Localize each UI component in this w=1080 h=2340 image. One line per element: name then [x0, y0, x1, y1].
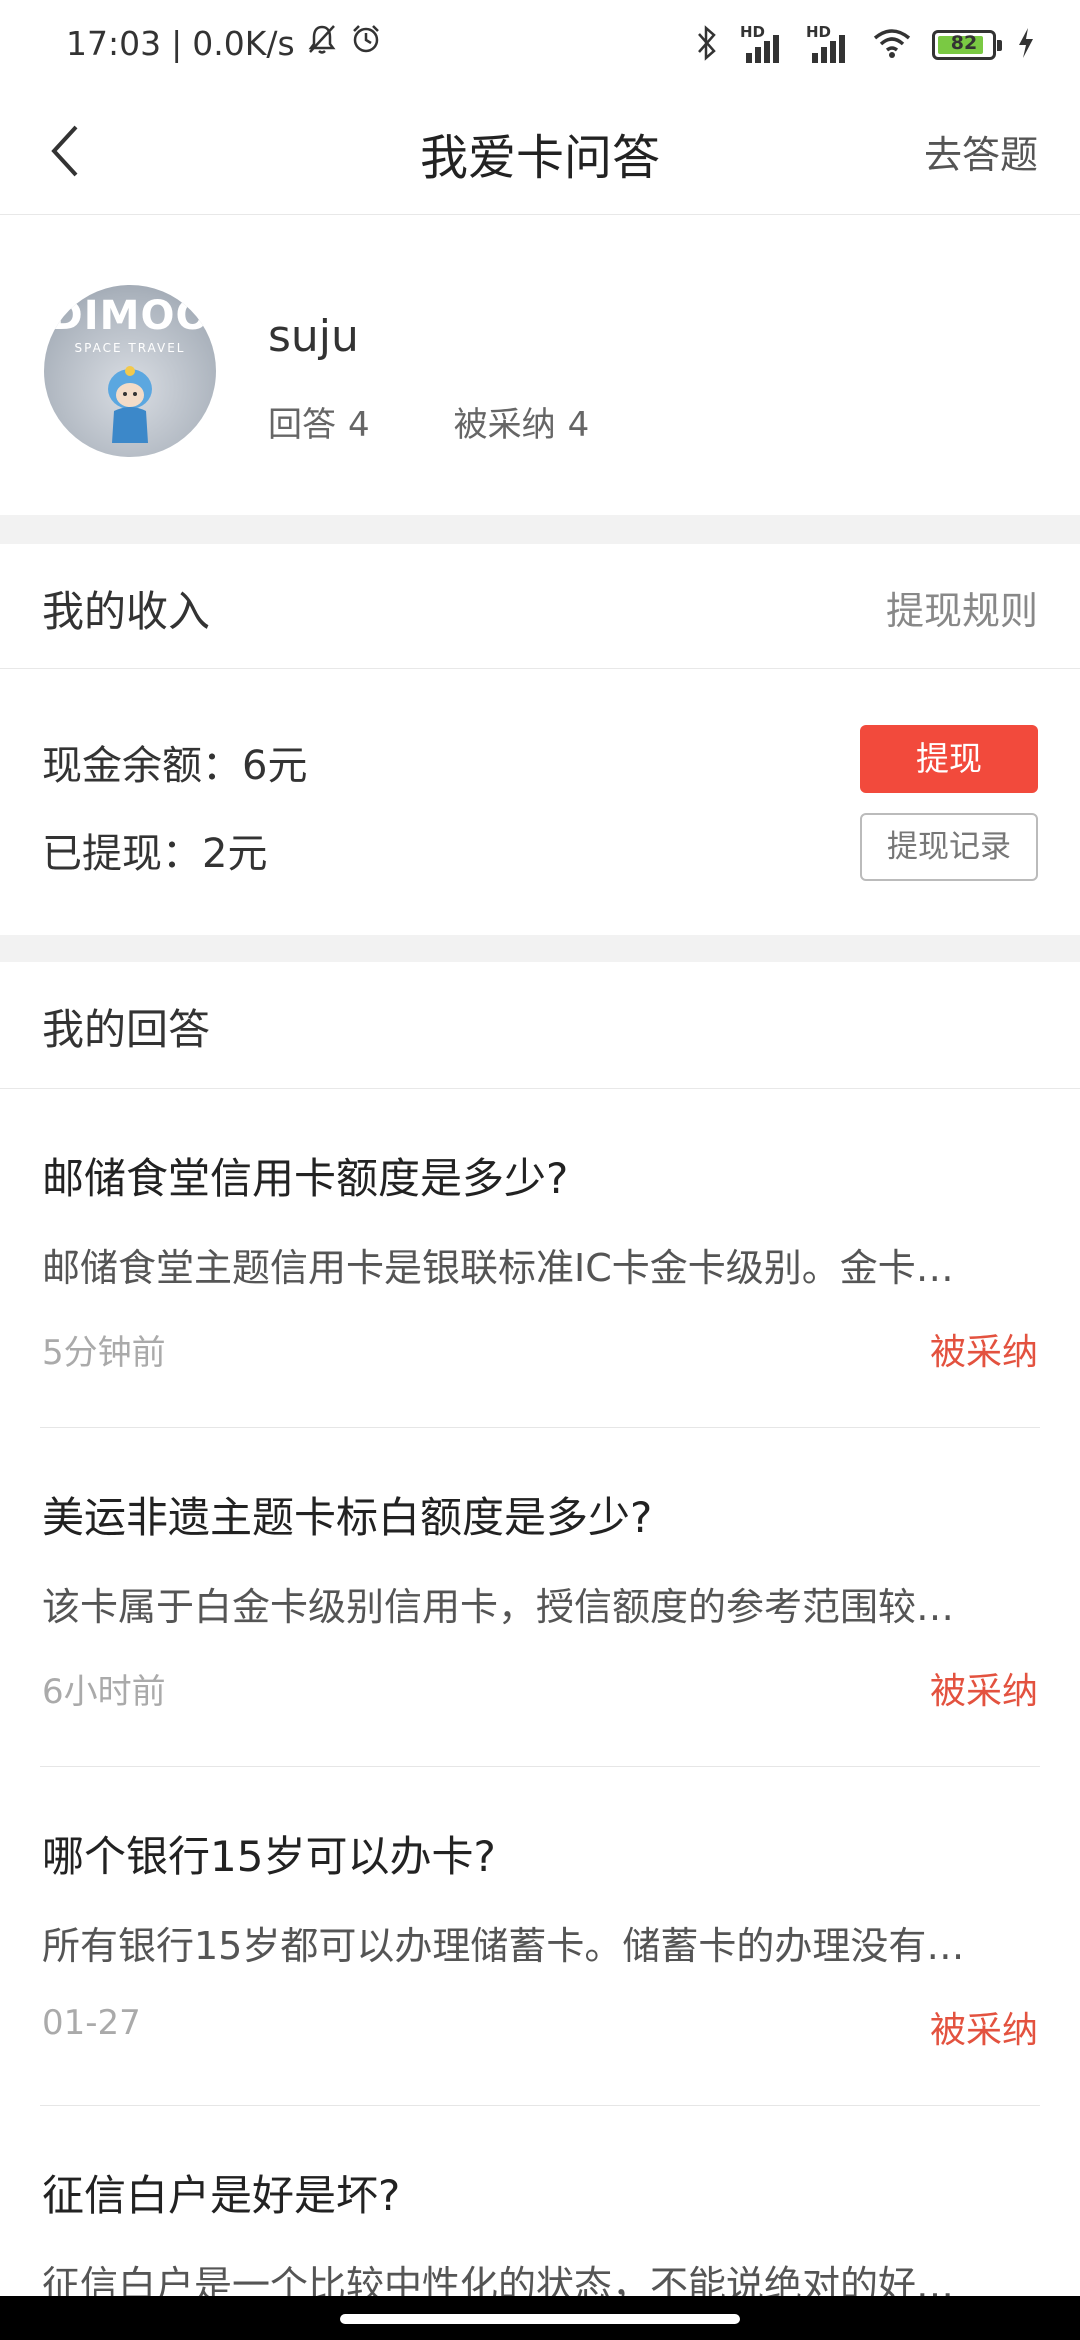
avatar-brand: DIMOO	[49, 293, 211, 339]
wifi-icon	[872, 26, 912, 64]
username: suju	[268, 311, 359, 362]
home-indicator[interactable]	[340, 2314, 740, 2324]
go-answer-button[interactable]: 去答题	[924, 124, 1038, 179]
avatar[interactable]: DIMOO SPACE TRAVEL	[44, 285, 216, 457]
status-left: 17:03 | 0.0K/s	[66, 22, 383, 64]
answer-question: 邮储食堂信用卡额度是多少?	[42, 1154, 569, 1203]
battery-level: 82	[950, 32, 978, 54]
gesture-bar	[0, 2296, 1080, 2340]
answers-stat: 回答 4	[268, 397, 370, 446]
answer-time: 01-27	[42, 2003, 141, 2043]
cash-balance: 现金余额：6元	[42, 743, 308, 789]
answer-snippet: 该卡属于白金卡级别信用卡，授信额度的参考范围较…	[42, 1585, 955, 1629]
doll-figure-icon	[108, 366, 152, 443]
adopted-badge: 被采纳	[929, 1671, 1038, 1712]
adopted-badge: 被采纳	[929, 1332, 1038, 1373]
status-time: 17:03	[66, 23, 162, 63]
signal-2-icon: HD	[806, 23, 852, 65]
status-separator: |	[171, 23, 183, 63]
withdraw-button[interactable]: 提现	[860, 725, 1038, 793]
withdraw-rules-link[interactable]: 提现规则	[886, 580, 1038, 635]
status-right: HD HD 82	[694, 23, 1036, 66]
answer-question: 哪个银行15岁可以办卡?	[42, 1832, 496, 1881]
answer-time: 5分钟前	[42, 1333, 166, 1373]
income-title: 我的收入	[42, 587, 211, 636]
answer-question: 美运非遗主题卡标白额度是多少?	[42, 1493, 653, 1542]
answers-header: 我的回答	[0, 962, 1080, 1089]
avatar-tagline: SPACE TRAVEL	[74, 341, 186, 355]
status-bar: 17:03 | 0.0K/s HD HD 82	[0, 0, 1080, 92]
answer-snippet: 邮储食堂主题信用卡是银联标准IC卡金卡级别。金卡…	[42, 1246, 954, 1290]
signal-1-icon: HD	[740, 23, 786, 65]
bell-muted-icon	[305, 22, 339, 64]
network-speed: 0.0K/s	[192, 23, 295, 63]
withdrawn-amount: 已提现：2元	[42, 831, 268, 877]
answers-title: 我的回答	[42, 1005, 211, 1054]
list-item[interactable]: 哪个银行15岁可以办卡? 所有银行15岁都可以办理储蓄卡。储蓄卡的办理没有… 0…	[40, 1767, 1040, 2106]
profile-card: DIMOO SPACE TRAVEL suju 回答 4 被采纳 4	[0, 215, 1080, 515]
answer-question: 征信白户是好是坏?	[42, 2171, 401, 2220]
profile-stats: 回答 4 被采纳 4	[268, 397, 589, 446]
adopted-stat-label: 被采纳	[453, 405, 556, 445]
income-body: 现金余额：6元 已提现：2元 提现 提现记录	[0, 669, 1080, 935]
battery-icon: 82	[932, 30, 1002, 60]
alarm-icon	[349, 22, 383, 64]
income-header: 我的收入 提现规则	[0, 544, 1080, 669]
answers-stat-count: 4	[348, 405, 370, 445]
withdraw-records-button[interactable]: 提现记录	[860, 813, 1038, 881]
answers-list: 邮储食堂信用卡额度是多少? 邮储食堂主题信用卡是银联标准IC卡金卡级别。金卡… …	[0, 1089, 1080, 2340]
adopted-stat: 被采纳 4	[454, 397, 590, 446]
list-item[interactable]: 邮储食堂信用卡额度是多少? 邮储食堂主题信用卡是银联标准IC卡金卡级别。金卡… …	[40, 1089, 1040, 1428]
nav-bar: 我爱卡问答 去答题	[0, 92, 1080, 215]
answer-time: 6小时前	[42, 1672, 166, 1712]
screen: 17:03 | 0.0K/s HD HD 82 我爱卡问答 去答题 DIMOO …	[0, 0, 1080, 2340]
list-item[interactable]: 美运非遗主题卡标白额度是多少? 该卡属于白金卡级别信用卡，授信额度的参考范围较……	[40, 1428, 1040, 1767]
answer-snippet: 所有银行15岁都可以办理储蓄卡。储蓄卡的办理没有…	[42, 1924, 965, 1968]
charging-icon	[1016, 26, 1036, 64]
bluetooth-icon	[694, 24, 720, 66]
page-title: 我爱卡问答	[419, 130, 660, 186]
adopted-stat-count: 4	[567, 405, 590, 445]
answers-stat-label: 回答	[268, 405, 336, 445]
adopted-badge: 被采纳	[929, 2010, 1038, 2051]
